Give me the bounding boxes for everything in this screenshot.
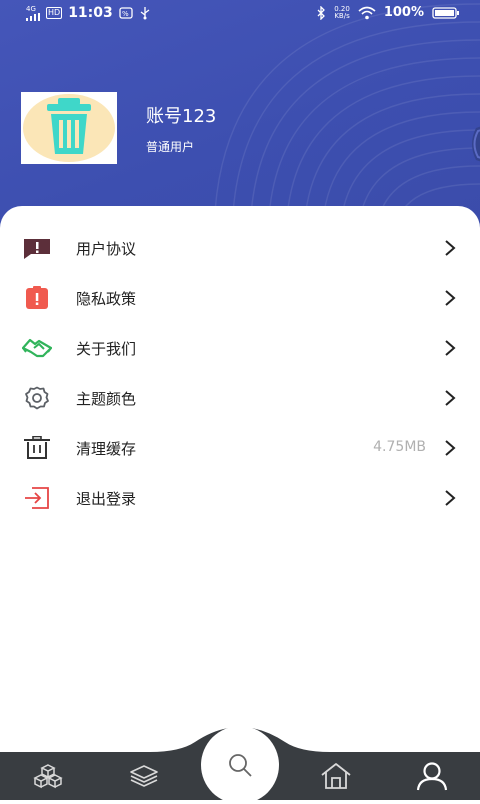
nav-profile[interactable]: [412, 757, 452, 795]
avatar[interactable]: [21, 92, 117, 164]
layers-icon: [130, 765, 158, 787]
menu-item-label: 主题颜色: [76, 390, 137, 408]
menu-item-logout[interactable]: 退出登录: [0, 473, 480, 523]
privacy-alert-icon: [26, 286, 48, 309]
menu-item-label: 用户协议: [76, 240, 137, 258]
status-bar: 4G HD 11:03 % 0.20 KB/s 100%: [0, 0, 480, 28]
menu-item-about-us[interactable]: 关于我们: [0, 323, 480, 373]
bluetooth-icon: [317, 5, 326, 20]
blocks-icon: [33, 764, 63, 789]
user-icon: [416, 762, 448, 791]
search-button[interactable]: [201, 726, 279, 804]
handshake-icon: [22, 338, 52, 358]
menu-item-label: 退出登录: [76, 490, 137, 508]
menu-item-user-agreement[interactable]: 用户协议: [0, 223, 480, 273]
wifi-icon: [358, 6, 376, 19]
chevron-right-icon: [445, 340, 456, 356]
net-speed-unit: KB/s: [334, 11, 350, 20]
menu-item-privacy-policy[interactable]: 隐私政策: [0, 273, 480, 323]
nav-blocks[interactable]: [28, 757, 68, 795]
username: 账号123: [146, 106, 217, 127]
battery-percent: 100%: [383, 5, 424, 20]
search-icon: [229, 754, 252, 777]
menu-sheet: 用户协议 隐私政策 关于我们 主题颜色 清理缓存 4.75MB 退出登录: [0, 206, 480, 752]
user-type: 普通用户: [146, 140, 195, 154]
chevron-right-icon: [445, 240, 456, 256]
trash-bin-icon: [23, 94, 115, 162]
menu-item-label: 隐私政策: [76, 290, 137, 308]
svg-text:%: %: [122, 10, 129, 18]
clock: 11:03: [68, 5, 113, 21]
side-tab[interactable]: [466, 122, 480, 166]
signal-icon: [26, 12, 40, 21]
chevron-right-icon: [445, 390, 456, 406]
gear-icon: [25, 386, 49, 410]
menu-item-label: 清理缓存: [76, 440, 137, 458]
network-type: 4G: [26, 4, 36, 13]
chevron-right-icon: [445, 440, 456, 456]
menu-item-label: 关于我们: [76, 340, 137, 358]
trash-icon: [24, 436, 50, 459]
hd-badge: HD: [46, 7, 63, 19]
notification-icon: %: [119, 7, 133, 19]
home-icon: [321, 763, 351, 789]
battery-icon: [432, 6, 459, 19]
nav-home[interactable]: [316, 757, 356, 795]
logout-icon: [25, 487, 49, 509]
usb-icon: [140, 7, 150, 20]
profile-header: 4G HD 11:03 % 0.20 KB/s 100% 账号123 普通用户: [0, 0, 480, 240]
cache-size: 4.75MB: [373, 439, 426, 455]
menu-item-theme-color[interactable]: 主题颜色: [0, 373, 480, 423]
nav-layers[interactable]: [124, 757, 164, 795]
alert-message-icon: [24, 239, 50, 259]
chevron-right-icon: [445, 490, 456, 506]
chevron-right-icon: [445, 290, 456, 306]
menu-item-clear-cache[interactable]: 清理缓存 4.75MB: [0, 423, 480, 473]
